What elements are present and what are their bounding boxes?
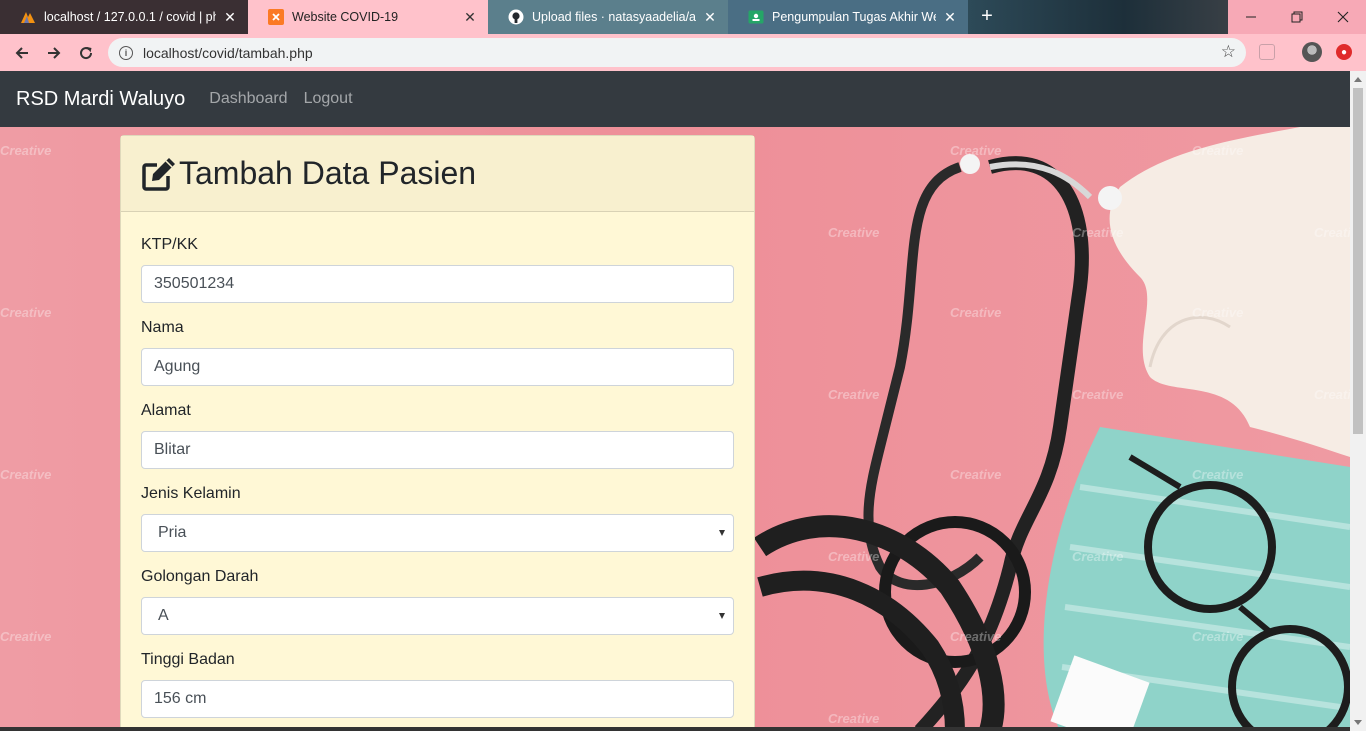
- field-label: Golongan Darah: [141, 568, 259, 585]
- field-label: Nama: [141, 319, 184, 336]
- watermark-text: Creative: [950, 629, 1002, 644]
- watermark-text: Creative: [1192, 143, 1244, 158]
- field-label: Tinggi Badan: [141, 651, 235, 668]
- field-label: Jenis Kelamin: [141, 485, 241, 502]
- close-tab-icon[interactable]: ✕: [702, 9, 718, 26]
- watermark-text: Creative: [950, 143, 1002, 158]
- watermark-text: Creative: [828, 225, 880, 240]
- window-bottom-edge: [0, 727, 1350, 731]
- extension-badge-icon[interactable]: ●: [1336, 44, 1352, 60]
- watermark-text: Creative: [828, 711, 880, 726]
- address-bar[interactable]: i localhost/covid/tambah.php ☆: [108, 38, 1246, 67]
- field-ktp: KTP/KK 350501234: [141, 236, 734, 303]
- patient-form: KTP/KK 350501234 Nama Agung Alamat Blita…: [121, 212, 754, 731]
- dropdown-caret-icon: [719, 530, 725, 536]
- input-value: 350501234: [154, 275, 235, 292]
- input-value: 156 cm: [154, 690, 207, 707]
- field-jenis-kelamin: Jenis Kelamin Pria: [141, 485, 734, 552]
- field-label: Alamat: [141, 402, 191, 419]
- field-tinggi-badan: Tinggi Badan 156 cm: [141, 651, 734, 718]
- browser-tab-strip: localhost / 127.0.0.1 / covid | php ✕ We…: [0, 0, 1366, 34]
- watermark-text: Creative: [828, 549, 880, 564]
- tab-title: Upload files · natasyaadelia/akhir: [532, 10, 696, 24]
- tinggi-badan-input[interactable]: 156 cm: [141, 680, 734, 718]
- scroll-up-arrow-icon[interactable]: [1354, 77, 1362, 82]
- input-value: Blitar: [154, 441, 191, 458]
- reload-button[interactable]: [73, 40, 99, 66]
- card-header: Tambah Data Pasien: [121, 136, 754, 212]
- browser-tab-website-covid[interactable]: Website COVID-19 ✕: [248, 0, 488, 34]
- phpmyadmin-icon: [20, 9, 36, 25]
- browser-tab-classroom[interactable]: Pengumpulan Tugas Akhir Web ✕: [728, 0, 968, 34]
- jenis-kelamin-select[interactable]: Pria: [141, 514, 734, 552]
- input-value: Agung: [154, 358, 201, 375]
- close-window-button[interactable]: [1320, 0, 1366, 34]
- tab-title: localhost / 127.0.0.1 / covid | php: [44, 10, 216, 24]
- watermark-text: Creative: [950, 305, 1002, 320]
- add-patient-card: Tambah Data Pasien KTP/KK 350501234 Nama…: [120, 135, 755, 731]
- dropdown-caret-icon: [719, 613, 725, 619]
- close-tab-icon[interactable]: ✕: [942, 9, 958, 26]
- watermark-text: Creative: [1192, 467, 1244, 482]
- tab-title: Pengumpulan Tugas Akhir Web: [772, 10, 936, 24]
- watermark-text: Creative: [1192, 629, 1244, 644]
- page-title: Tambah Data Pasien: [179, 155, 477, 191]
- watermark-text: Creative: [1192, 305, 1244, 320]
- site-navbar: RSD Mardi Waluyo Dashboard Logout: [0, 71, 1350, 127]
- arrow-left-icon: [15, 47, 28, 59]
- back-button[interactable]: [9, 40, 35, 66]
- github-icon: [508, 9, 524, 25]
- nama-input[interactable]: Agung: [141, 348, 734, 386]
- field-golongan-darah: Golongan Darah A: [141, 568, 734, 635]
- watermark-text: Creative: [1314, 225, 1350, 240]
- extension-icon[interactable]: [1259, 44, 1275, 60]
- watermark-text: Creative: [0, 629, 52, 644]
- watermark-text: Creative: [0, 143, 52, 158]
- minimize-button[interactable]: [1228, 0, 1274, 34]
- profile-avatar[interactable]: [1302, 42, 1322, 62]
- tab-strip-background: [968, 0, 1228, 34]
- bookmark-star-icon[interactable]: ☆: [1221, 42, 1236, 62]
- reload-icon: [80, 47, 93, 60]
- edit-icon: [142, 157, 175, 191]
- select-value: A: [158, 607, 169, 624]
- close-tab-icon[interactable]: ✕: [462, 9, 478, 26]
- watermark-text: Creative: [1072, 225, 1124, 240]
- watermark-text: Creative: [950, 467, 1002, 482]
- ktp-input[interactable]: 350501234: [141, 265, 734, 303]
- navbar-brand[interactable]: RSD Mardi Waluyo: [16, 88, 185, 111]
- alamat-input[interactable]: Blitar: [141, 431, 734, 469]
- forward-button[interactable]: [41, 40, 67, 66]
- select-value: Pria: [158, 524, 187, 541]
- browser-tab-phpmyadmin[interactable]: localhost / 127.0.0.1 / covid | php ✕: [0, 0, 248, 34]
- page-scrollbar[interactable]: [1350, 71, 1366, 731]
- watermark-text: Creative: [0, 305, 52, 320]
- field-nama: Nama Agung: [141, 319, 734, 386]
- watermark-text: Creative: [828, 387, 880, 402]
- site-info-icon[interactable]: i: [119, 45, 133, 60]
- nav-link-dashboard[interactable]: Dashboard: [209, 90, 287, 108]
- address-url: localhost/covid/tambah.php: [143, 44, 313, 61]
- restore-button[interactable]: [1274, 0, 1320, 34]
- page-viewport: RSD Mardi Waluyo Dashboard Logout Creati…: [0, 71, 1350, 731]
- watermark-text: Creative: [1314, 387, 1350, 402]
- classroom-icon: [748, 9, 764, 25]
- scrollbar-thumb[interactable]: [1353, 88, 1363, 434]
- tab-title: Website COVID-19: [292, 10, 399, 24]
- nav-link-logout[interactable]: Logout: [304, 90, 353, 108]
- watermark-text: Creative: [0, 467, 52, 482]
- scroll-down-arrow-icon[interactable]: [1354, 720, 1362, 725]
- field-alamat: Alamat Blitar: [141, 402, 734, 469]
- xampp-icon: [268, 9, 284, 25]
- watermark-text: Creative: [1072, 387, 1124, 402]
- new-tab-button[interactable]: +: [976, 6, 998, 28]
- browser-tab-github[interactable]: Upload files · natasyaadelia/akhir ✕: [488, 0, 728, 34]
- browser-toolbar: i localhost/covid/tambah.php ☆: [0, 34, 1366, 71]
- watermark-text: Creative: [1072, 549, 1124, 564]
- arrow-right-icon: [48, 47, 61, 59]
- field-label: KTP/KK: [141, 236, 198, 253]
- close-tab-icon[interactable]: ✕: [222, 9, 238, 26]
- golongan-darah-select[interactable]: A: [141, 597, 734, 635]
